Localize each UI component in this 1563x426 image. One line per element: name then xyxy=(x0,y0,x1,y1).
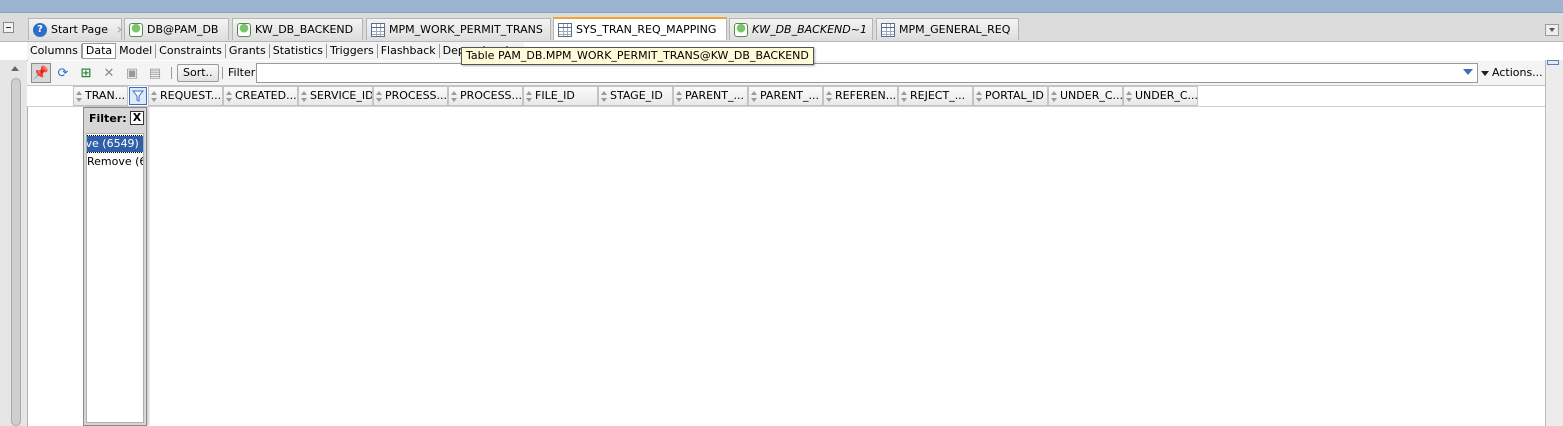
sort-arrows-icon xyxy=(226,91,232,103)
tab-label: MPM_GENERAL_REQ xyxy=(899,23,1011,36)
tab-label: MPM_WORK_PERMIT_TRANS xyxy=(389,23,543,36)
table-icon xyxy=(371,22,385,37)
tab-close-icon[interactable]: × xyxy=(543,23,550,36)
tab-mpm-general-req[interactable]: MPM_GENERAL_REQ × xyxy=(876,18,1019,40)
tab-label: Start Page xyxy=(51,23,108,36)
sort-button[interactable]: Sort.. xyxy=(177,64,219,82)
close-icon[interactable]: X xyxy=(130,111,144,125)
tab-close-icon[interactable]: × xyxy=(867,23,872,36)
sort-arrows-icon xyxy=(1051,91,1057,103)
filter-history-dropdown-icon[interactable] xyxy=(1463,69,1473,75)
insert-row-icon[interactable]: ⊞ xyxy=(76,63,96,83)
subtab-columns[interactable]: Columns xyxy=(27,44,82,58)
tab-close-icon[interactable]: × xyxy=(218,23,228,36)
overview-marker xyxy=(1547,60,1559,65)
subtab-constraints[interactable]: Constraints xyxy=(156,44,226,58)
tab-list-dropdown-icon[interactable] xyxy=(1545,24,1559,36)
object-subtabs: Columns Data Model Constraints Grants St… xyxy=(27,42,524,60)
sort-arrows-icon xyxy=(301,91,307,103)
scroll-up-icon[interactable] xyxy=(11,66,19,71)
database-connection-icon xyxy=(734,22,748,37)
filter-value-item[interactable]: Approve (6549) xyxy=(87,135,143,153)
tab-db-pam-db[interactable]: DB@PAM_DB × xyxy=(124,18,229,40)
window-title-bar xyxy=(0,0,1563,13)
column-header[interactable]: FILE_ID xyxy=(523,86,598,106)
column-header[interactable]: UNDER_C... xyxy=(1048,86,1123,106)
sort-arrows-icon xyxy=(901,91,907,103)
sort-arrows-icon xyxy=(976,91,982,103)
sort-arrows-icon xyxy=(676,91,682,103)
tab-close-icon[interactable]: × xyxy=(716,23,726,36)
tab-label: SYS_TRAN_REQ_MAPPING xyxy=(576,23,717,36)
tab-kw-db-backend[interactable]: KW_DB_BACKEND × xyxy=(232,18,363,40)
database-connection-icon xyxy=(129,22,143,37)
column-header[interactable]: REJECT_... xyxy=(898,86,973,106)
table-icon xyxy=(558,22,572,37)
column-header[interactable]: UNDER_C... xyxy=(1123,86,1198,106)
commit-icon[interactable]: ▣ xyxy=(122,63,142,83)
toolbar-separator xyxy=(171,67,172,79)
table-icon xyxy=(881,22,895,37)
subtab-statistics[interactable]: Statistics xyxy=(270,44,328,58)
tab-label: KW_DB_BACKEND xyxy=(255,23,354,36)
sort-arrows-icon xyxy=(151,91,157,103)
column-header[interactable]: REQUEST... xyxy=(148,86,223,106)
column-header[interactable]: STAGE_ID xyxy=(598,86,673,106)
tab-start-page[interactable]: ? Start Page × xyxy=(28,18,122,40)
actions-menu-button[interactable]: Actions... xyxy=(1479,64,1543,82)
tab-close-icon[interactable]: × xyxy=(108,23,121,36)
subtab-grants[interactable]: Grants xyxy=(226,44,270,58)
subtab-flashback[interactable]: Flashback xyxy=(378,44,440,58)
column-header[interactable]: CREATED... xyxy=(223,86,298,106)
sort-arrows-icon xyxy=(76,91,82,103)
column-header[interactable]: PARENT_... xyxy=(748,86,823,106)
rollback-icon[interactable]: ▤ xyxy=(145,63,165,83)
sort-arrows-icon xyxy=(1126,91,1132,103)
tab-kw-db-backend-1[interactable]: KW_DB_BACKEND~1 × xyxy=(729,18,873,40)
column-header[interactable]: SERVICE_ID xyxy=(298,86,373,106)
sort-arrows-icon xyxy=(601,91,607,103)
tab-mpm-work-permit-trans[interactable]: MPM_WORK_PERMIT_TRANS × xyxy=(366,18,551,40)
column-header[interactable]: PROCESS... xyxy=(373,86,448,106)
freeze-view-pin-icon[interactable]: 📌 xyxy=(31,63,51,83)
delete-row-icon[interactable]: ✕ xyxy=(99,63,119,83)
filter-input[interactable] xyxy=(256,63,1478,83)
subtab-triggers[interactable]: Triggers xyxy=(327,44,378,58)
help-icon: ? xyxy=(33,22,47,37)
column-header[interactable]: REFEREN... xyxy=(823,86,898,106)
tab-label: DB@PAM_DB xyxy=(147,23,219,36)
filter-label: Filter: xyxy=(228,66,259,79)
column-filter-funnel-icon[interactable] xyxy=(129,87,147,105)
database-connection-icon xyxy=(237,22,251,37)
tab-close-icon[interactable]: × xyxy=(1010,23,1018,36)
vertical-scrollbar[interactable] xyxy=(11,78,21,426)
tab-label: KW_DB_BACKEND~1 xyxy=(752,23,867,36)
filter-value-item[interactable]: Remove (65 xyxy=(87,154,143,170)
filter-values-list[interactable]: Approve (6549) Remove (65 xyxy=(86,133,144,423)
column-header[interactable]: PARENT_... xyxy=(673,86,748,106)
sort-arrows-icon xyxy=(451,91,457,103)
subtab-model[interactable]: Model xyxy=(116,44,157,58)
tab-close-icon[interactable]: × xyxy=(353,23,362,36)
tab-sys-tran-req-mapping[interactable]: SYS_TRAN_REQ_MAPPING × xyxy=(553,17,727,40)
sort-arrows-icon xyxy=(751,91,757,103)
column-header[interactable]: PORTAL_ID xyxy=(973,86,1048,106)
subtab-data[interactable]: Data xyxy=(81,43,117,59)
refresh-icon[interactable]: ⟳ xyxy=(53,63,73,83)
toolbar-separator xyxy=(222,67,223,79)
sort-arrows-icon xyxy=(376,91,382,103)
right-gutter xyxy=(1545,60,1563,426)
table-tooltip: Table PAM_DB.MPM_WORK_PERMIT_TRANS@KW_DB… xyxy=(461,47,814,65)
sort-arrows-icon xyxy=(826,91,832,103)
minimize-icon[interactable] xyxy=(3,22,14,33)
column-header[interactable]: PROCESS... xyxy=(448,86,523,106)
column-header[interactable]: TRAN... xyxy=(73,86,128,106)
sort-arrows-icon xyxy=(526,91,532,103)
